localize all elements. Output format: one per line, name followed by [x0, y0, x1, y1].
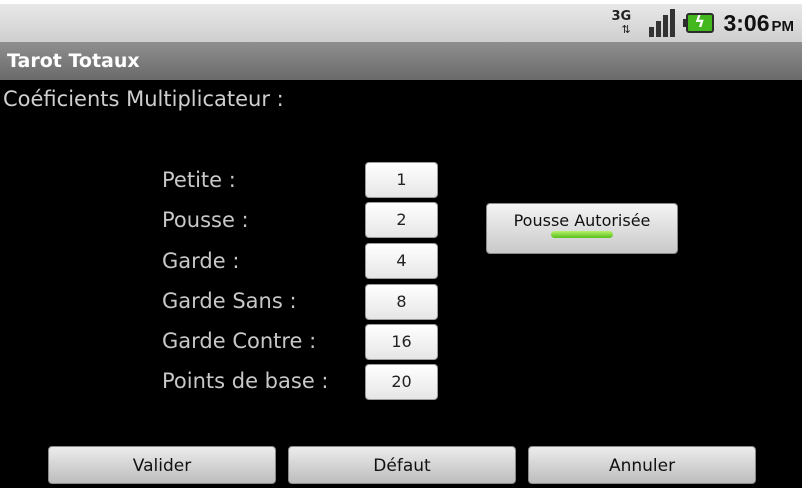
garde-value-input[interactable]: 4 — [365, 243, 438, 279]
app-title-bar: Tarot Totaux — [0, 42, 802, 80]
row-label-points-de-base: Points de base : — [162, 369, 329, 393]
petite-value-input[interactable]: 1 — [365, 162, 438, 198]
row-label-petite: Petite : — [162, 168, 236, 192]
data-arrows-icon: ⇅ — [621, 23, 631, 36]
battery-charging-icon: ϟ — [683, 12, 715, 34]
cancel-button[interactable]: Annuler — [528, 446, 756, 484]
network-type-label: 3G — [611, 9, 632, 24]
validate-button[interactable]: Valider — [48, 446, 276, 484]
toggle-on-indicator — [551, 231, 613, 238]
status-clock: 3:06 PM — [723, 10, 794, 37]
pousse-autorisee-toggle[interactable]: Pousse Autorisée — [486, 203, 678, 254]
status-icons: 3G ⇅ ϟ 3:06 PM — [611, 8, 794, 38]
status-bar: 3G ⇅ ϟ 3:06 PM — [0, 4, 802, 42]
garde-sans-value-input[interactable]: 8 — [365, 284, 438, 320]
row-label-garde-sans: Garde Sans : — [162, 289, 297, 313]
clock-time: 3:06 — [723, 9, 770, 36]
row-label-pousse: Pousse : — [162, 208, 249, 232]
row-label-garde: Garde : — [162, 249, 240, 273]
pousse-value-input[interactable]: 2 — [365, 202, 438, 238]
section-heading: Coéficients Multiplicateur : — [3, 87, 284, 111]
default-button[interactable]: Défaut — [288, 446, 516, 484]
garde-contre-value-input[interactable]: 16 — [365, 324, 438, 360]
clock-ampm: PM — [771, 17, 795, 35]
3g-data-icon: 3G ⇅ — [611, 9, 641, 37]
toggle-label: Pousse Autorisée — [513, 211, 651, 230]
signal-strength-icon — [649, 9, 676, 37]
app-title: Tarot Totaux — [7, 50, 140, 72]
points-de-base-value-input[interactable]: 20 — [365, 364, 438, 400]
row-label-garde-contre: Garde Contre : — [162, 329, 317, 353]
